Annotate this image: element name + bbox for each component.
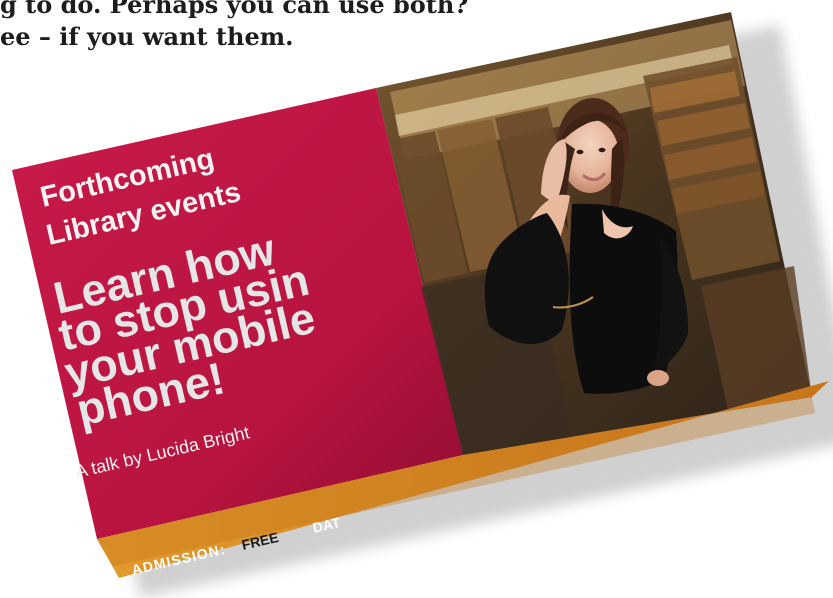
event-poster: Forthcoming Library events Learn how to … (0, 0, 833, 598)
poster-svg: Forthcoming Library events Learn how to … (12, 12, 833, 598)
page: g to do. Perhaps you can use both? ee – … (0, 0, 833, 598)
